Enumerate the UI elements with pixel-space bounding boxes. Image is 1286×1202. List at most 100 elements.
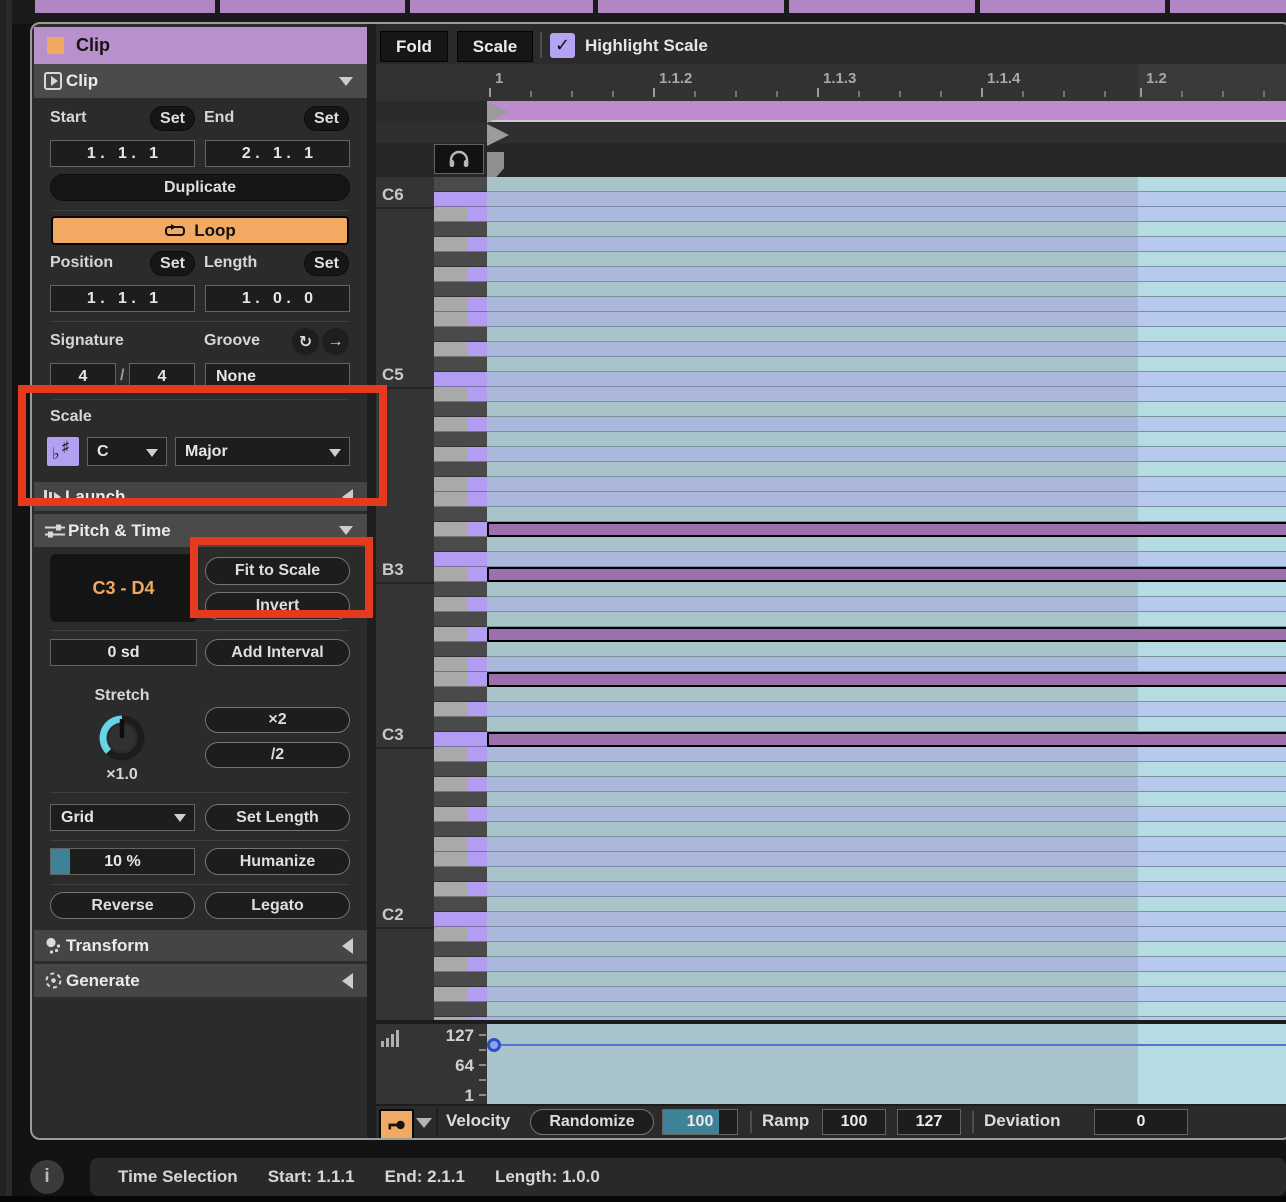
arrangement-clip-fragment[interactable] (789, 0, 975, 13)
grid-row[interactable] (487, 477, 1286, 492)
chevron-down-icon[interactable] (339, 77, 353, 86)
quantize-grid-select[interactable]: Grid (50, 804, 195, 831)
piano-key[interactable] (434, 627, 487, 642)
grid-row[interactable] (487, 987, 1286, 1002)
highlight-scale-checkbox[interactable]: ✓ (550, 33, 575, 58)
arrangement-clip-fragment[interactable] (410, 0, 593, 13)
start-set-button[interactable]: Set (150, 106, 195, 131)
grid-row[interactable] (487, 717, 1286, 732)
grid-row[interactable] (487, 342, 1286, 357)
position-set-button[interactable]: Set (150, 251, 195, 276)
generate-section-header[interactable]: Generate (34, 964, 367, 997)
grid-row[interactable] (487, 177, 1286, 192)
grid-row[interactable] (487, 1002, 1286, 1017)
grid-row[interactable] (487, 942, 1286, 957)
piano-key[interactable] (434, 402, 487, 417)
randomize-amount[interactable]: 100 (662, 1109, 738, 1135)
set-length-button[interactable]: Set Length (205, 804, 350, 831)
grid-row[interactable] (487, 927, 1286, 942)
grid-row[interactable] (487, 852, 1286, 867)
invert-button[interactable]: Invert (205, 592, 350, 620)
piano-key[interactable] (434, 192, 487, 207)
randomize-button[interactable]: Randomize (530, 1109, 654, 1135)
grid-row[interactable] (487, 462, 1286, 477)
piano-key[interactable] (434, 477, 487, 492)
ramp-to-value[interactable]: 127 (897, 1109, 961, 1135)
piano-key[interactable] (434, 912, 487, 927)
piano-key[interactable] (434, 852, 487, 867)
signature-numerator[interactable]: 4 (50, 363, 116, 390)
transform-section-header[interactable]: Transform (34, 930, 367, 961)
piano-key[interactable] (434, 642, 487, 657)
grid-row[interactable] (487, 882, 1286, 897)
piano-key[interactable] (434, 672, 487, 687)
humanize-button[interactable]: Humanize (205, 848, 350, 875)
piano-key[interactable] (434, 792, 487, 807)
piano-key[interactable] (434, 207, 487, 222)
loop-region-bar[interactable] (487, 101, 1286, 121)
legato-button[interactable]: Legato (205, 892, 350, 919)
scale-awareness-icon[interactable]: ♭ ♯ (47, 437, 79, 466)
punch-start-marker[interactable] (487, 124, 509, 146)
grid-row[interactable] (487, 657, 1286, 672)
grid-row[interactable] (487, 492, 1286, 507)
grid-row[interactable] (487, 312, 1286, 327)
grid-row[interactable] (487, 972, 1286, 987)
piano-key[interactable] (434, 972, 487, 987)
grid-row[interactable] (487, 447, 1286, 462)
duplicate-button[interactable]: Duplicate (50, 174, 350, 201)
clip-title-bar[interactable]: Clip (34, 27, 368, 64)
piano-key[interactable] (434, 252, 487, 267)
piano-key[interactable] (434, 837, 487, 852)
piano-key[interactable] (434, 987, 487, 1002)
grid-row[interactable] (487, 747, 1286, 762)
piano-key[interactable] (434, 492, 487, 507)
piano-key[interactable] (434, 807, 487, 822)
groove-apply-icon[interactable]: → (322, 328, 349, 355)
fold-button[interactable]: Fold (380, 31, 448, 62)
lane-select-chevron-icon[interactable] (416, 1118, 432, 1128)
piano-key[interactable] (434, 612, 487, 627)
grid-row[interactable] (487, 207, 1286, 222)
loop-start-marker[interactable] (487, 101, 509, 123)
midi-note[interactable] (487, 732, 1286, 747)
grid-row[interactable] (487, 552, 1286, 567)
arrangement-clip-fragment[interactable] (598, 0, 784, 13)
grid-row[interactable] (487, 327, 1286, 342)
grid-row[interactable] (487, 777, 1286, 792)
grid-row[interactable] (487, 687, 1286, 702)
grid-row[interactable] (487, 612, 1286, 627)
piano-key[interactable] (434, 522, 487, 537)
midi-note[interactable] (487, 672, 1286, 687)
piano-key[interactable] (434, 762, 487, 777)
piano-key[interactable] (434, 432, 487, 447)
chevron-left-icon[interactable] (342, 938, 353, 954)
grid-row[interactable] (487, 897, 1286, 912)
stretch-double-button[interactable]: ×2 (205, 707, 350, 733)
piano-key[interactable] (434, 312, 487, 327)
deviation-value[interactable]: 0 (1094, 1109, 1188, 1135)
info-icon[interactable]: i (30, 1160, 64, 1194)
shift-value[interactable]: 0 sd (50, 639, 197, 666)
ruler-beat-label[interactable]: 1.1.2 (659, 70, 692, 87)
piano-key[interactable] (434, 267, 487, 282)
grid-row[interactable] (487, 297, 1286, 312)
piano-key[interactable] (434, 957, 487, 972)
chevron-down-icon[interactable] (339, 526, 353, 535)
grid-row[interactable] (487, 642, 1286, 657)
scale-mode-button[interactable]: Scale (457, 31, 533, 62)
piano-key[interactable] (434, 177, 487, 192)
piano-key[interactable] (434, 417, 487, 432)
piano-key[interactable] (434, 732, 487, 747)
grid-row[interactable] (487, 372, 1286, 387)
arrangement-clip-fragment[interactable] (35, 0, 215, 13)
piano-key[interactable] (434, 282, 487, 297)
position-value[interactable]: 1 . 1 . 1 (50, 285, 195, 312)
velocity-breakpoint-marker[interactable] (487, 1038, 501, 1052)
beat-time-ruler[interactable]: 11.1.21.1.31.1.41.2 (376, 64, 1286, 101)
grid-row[interactable] (487, 402, 1286, 417)
preview-headphone-button[interactable] (434, 144, 484, 174)
piano-key[interactable] (434, 657, 487, 672)
piano-key[interactable] (434, 597, 487, 612)
grid-row[interactable] (487, 537, 1286, 552)
